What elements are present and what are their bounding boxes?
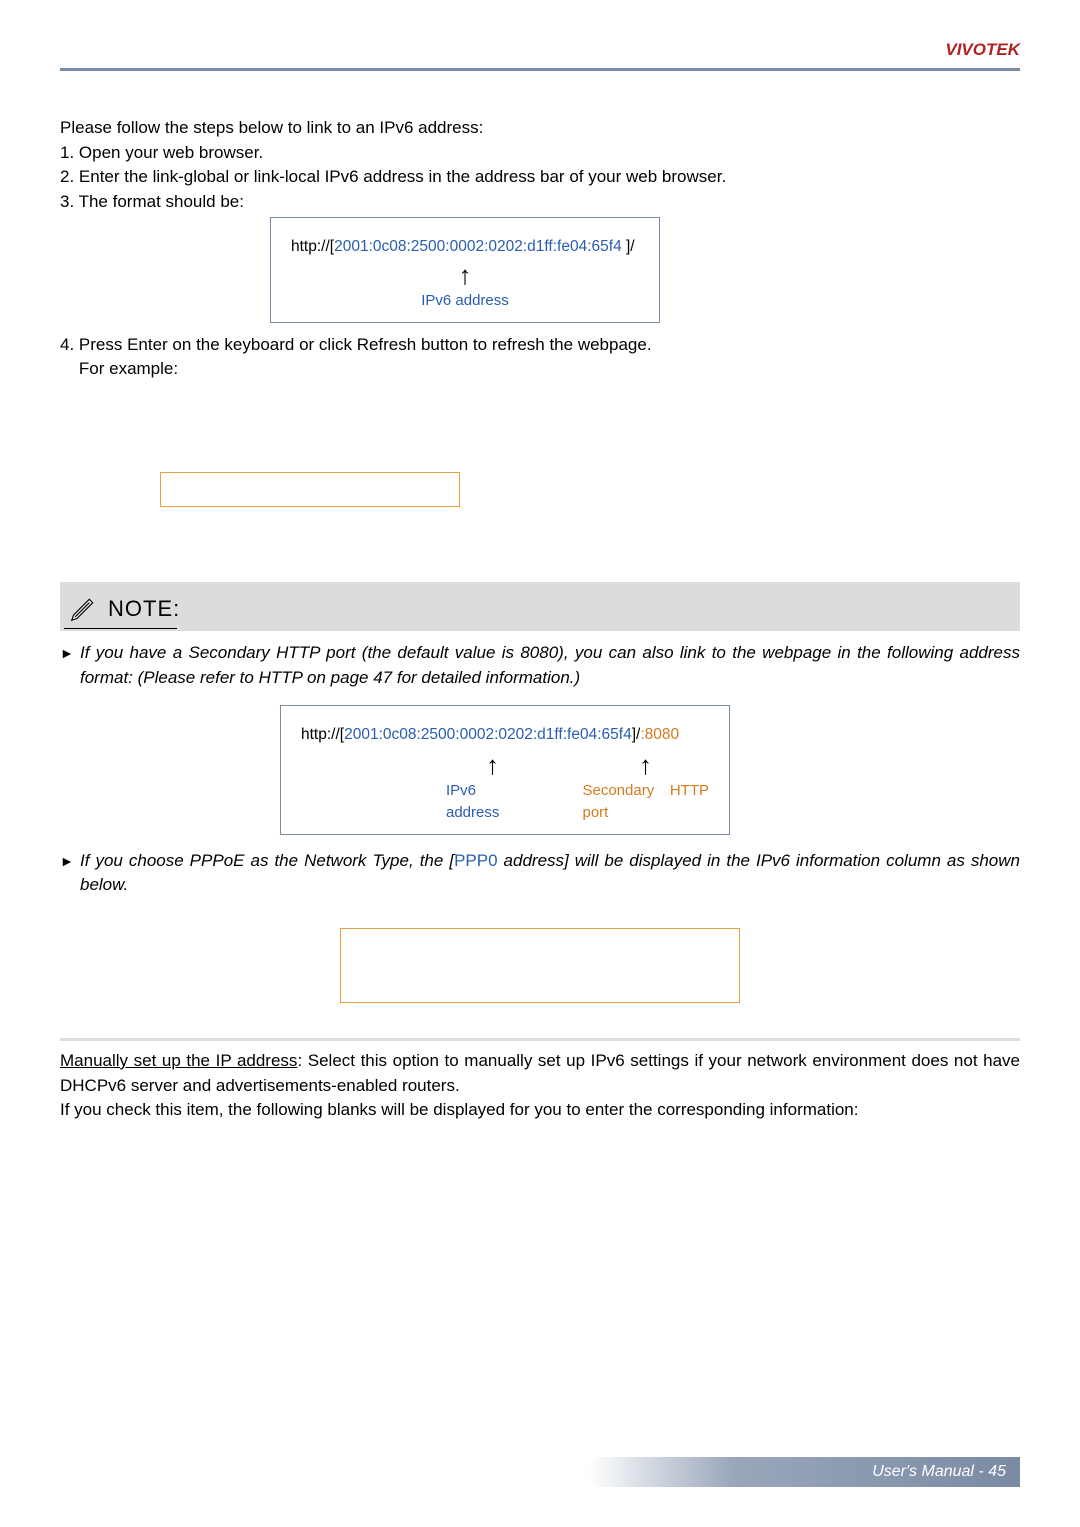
pencil-icon [70,588,98,624]
step-2: 2. Enter the link-global or link-local I… [60,165,1020,190]
note-header: NOTE: [60,582,1020,631]
ipv6-format-box: http://[2001:0c08:2500:0002:0202:d1ff:fe… [270,217,660,323]
step-3: 3. The format should be: [60,190,244,215]
ipv6-label: IPv6 address [291,290,639,312]
note-item-1: If you have a Secondary HTTP port (the d… [60,641,1020,690]
brand-header: VIVOTEK [60,40,1020,68]
arrow-up-icon-2a: ↑ [486,752,499,778]
arrow-up-icon: ↑ [291,262,639,288]
example-placeholder-box-1 [160,472,460,507]
intro-text: Please follow the steps below to link to… [60,116,1020,141]
example-placeholder-box-2 [340,928,740,1003]
section-divider [60,1038,1020,1041]
step-4-line2: For example: [60,357,1020,382]
manual-ip-line2: If you check this item, the following bl… [60,1098,1020,1123]
http-port-label: Secondary HTTP port [582,780,709,824]
url-example-2: http://[2001:0c08:2500:0002:0202:d1ff:fe… [301,724,709,746]
url-example-1: http://[2001:0c08:2500:0002:0202:d1ff:fe… [291,236,639,258]
note-item-2: If you choose PPPoE as the Network Type,… [60,849,1020,898]
step-1: 1. Open your web browser. [60,141,1020,166]
arrow-up-icon-2b: ↑ [639,752,652,778]
step-4-line1: 4. Press Enter on the keyboard or click … [60,333,1020,358]
ipv6-format-box-2: http://[2001:0c08:2500:0002:0202:d1ff:fe… [280,705,730,835]
manual-ip-heading: Manually set up the IP address [60,1051,297,1070]
page-footer: User's Manual - 45 [60,1457,1020,1487]
manual-ip-paragraph: Manually set up the IP address: Select t… [60,1049,1020,1098]
ipv6-label-2: IPv6 address [446,780,522,824]
note-underline [64,628,177,630]
note-title: NOTE: [108,593,180,625]
header-divider [60,68,1020,71]
